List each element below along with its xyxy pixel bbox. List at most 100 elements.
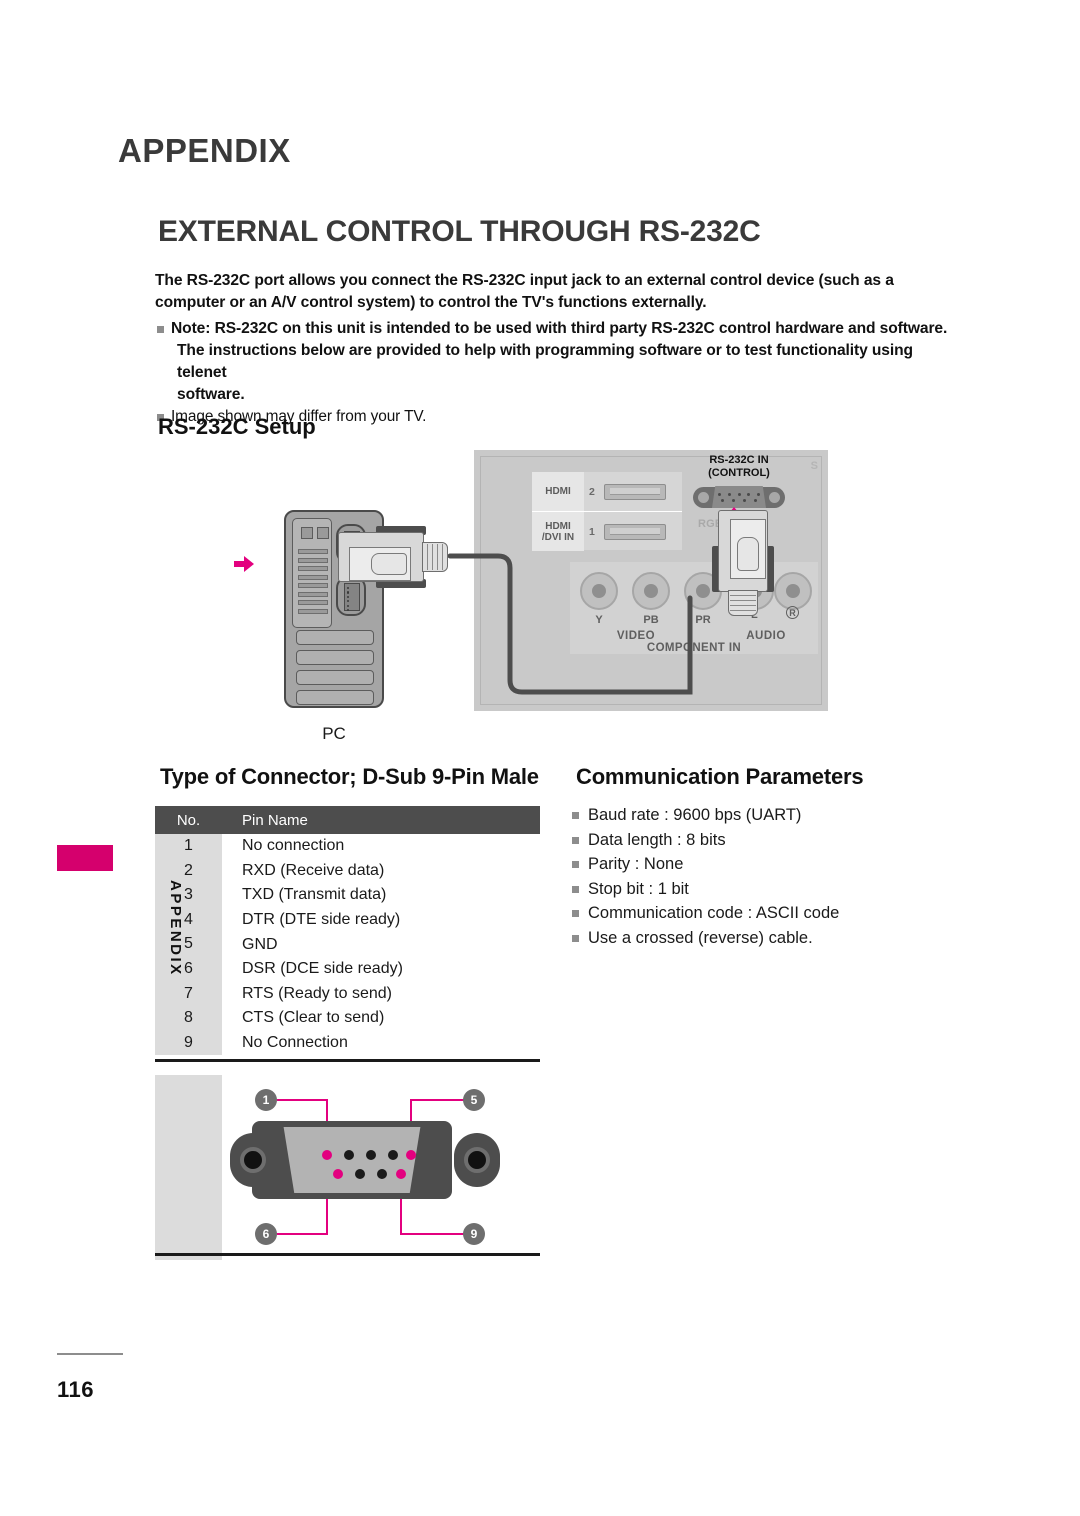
rs232-port-label: RS-232C IN (CONTROL) — [679, 454, 799, 480]
cell-pin-name: No connection — [242, 837, 345, 855]
column-header-pin-name: Pin Name — [242, 811, 308, 829]
list-item-text: Communication code : ASCII code — [588, 904, 840, 923]
column-header-no: No. — [176, 811, 201, 829]
hdmi-1-port-icon — [604, 523, 666, 540]
table-row: 2 RXD (Receive data) — [155, 858, 540, 884]
table-header-row: No. Pin Name — [155, 806, 540, 834]
rs232-port-label-line1: RS-232C IN — [709, 454, 769, 466]
note-text-line1: Note: RS-232C on this unit is intended t… — [171, 320, 948, 337]
side-tab-label: APPENDIX — [167, 880, 184, 977]
component-pb-jack-icon — [632, 572, 670, 610]
cell-pin-no: 9 — [155, 1030, 222, 1056]
table-body: 1 No connection 2 RXD (Receive data) 3 T… — [155, 834, 540, 1056]
dsub-pin-2 — [344, 1150, 354, 1160]
hdmi-1-row: HDMI /DVI IN 1 — [532, 511, 682, 551]
plug-body — [718, 510, 768, 592]
dsub-screw-hole-left — [240, 1147, 266, 1173]
figure-closing-rule — [155, 1253, 540, 1256]
square-bullet-icon — [572, 861, 579, 869]
table-row: 5 GND — [155, 932, 540, 957]
footer-rule — [57, 1353, 123, 1355]
dsub-pin-1 — [322, 1150, 332, 1160]
pc-serial-port-2-pins — [347, 587, 356, 613]
hdmi-1-label-line1: HDMI — [545, 520, 571, 532]
dsub-screw-hole-right — [464, 1147, 490, 1173]
panel-side-letter: S — [810, 460, 818, 472]
list-item-text: Stop bit : 1 bit — [588, 879, 689, 898]
pc-plug-strain-relief — [422, 542, 448, 572]
hdmi-2-number: 2 — [589, 485, 595, 498]
cell-pin-no: 7 — [155, 981, 222, 1007]
communication-parameters-list: Baud rate : 9600 bps (UART) Data length … — [570, 803, 950, 951]
rs232-pin-row-bottom — [721, 499, 757, 502]
intro-paragraph: The RS-232C port allows you connect the … — [155, 272, 894, 311]
communication-heading: Communication Parameters — [576, 764, 864, 789]
square-bullet-icon — [572, 812, 579, 819]
table-row: 7 RTS (Ready to send) — [155, 981, 540, 1007]
dsub-connector-figure: 1 5 6 9 — [155, 1075, 540, 1260]
intro-block: The RS-232C port allows you connect the … — [155, 270, 955, 428]
cell-pin-no: 8 — [155, 1006, 222, 1031]
audio-bracket-label: AUDIO — [746, 630, 786, 642]
connector-heading: Type of Connector; D-Sub 9-Pin Male — [160, 764, 539, 789]
pc-vent-grille — [298, 549, 328, 617]
pc-expansion-slot-2 — [296, 650, 374, 665]
hdmi-2-label: HDMI — [532, 472, 584, 511]
tv-back-panel: S HDMI 2 HDMI /DVI IN 1 RS-232C IN (CONT… — [472, 448, 830, 713]
callout-pin-9: 9 — [463, 1223, 485, 1245]
dsub-plug-tv-side — [712, 510, 774, 628]
component-in-label: COMPONENT IN — [646, 642, 742, 654]
pc-drive-bay-1 — [301, 527, 313, 539]
list-item: Baud rate : 9600 bps (UART) — [570, 803, 950, 828]
callout-pin-5: 5 — [463, 1089, 485, 1111]
square-bullet-icon — [572, 934, 579, 942]
cell-pin-name: DTR (DTE side ready) — [242, 911, 401, 929]
hdmi-2-port-icon — [604, 483, 666, 500]
hdmi-1-number: 1 — [589, 525, 595, 538]
dsub-pin-4 — [388, 1150, 398, 1160]
cell-pin-no: 1 — [155, 834, 222, 859]
dsub-pin-9 — [396, 1169, 406, 1179]
square-bullet-icon — [572, 910, 579, 918]
table-row: 8 CTS (Clear to send) — [155, 1006, 540, 1031]
pc-expansion-slot-3 — [296, 670, 374, 685]
note-bullet: Note: RS-232C on this unit is intended t… — [155, 318, 955, 340]
rs232-port-label-line2: (CONTROL) — [708, 467, 770, 479]
section-color-tab — [57, 845, 113, 871]
square-bullet-icon — [572, 836, 579, 844]
dsub-pin-3 — [366, 1150, 376, 1160]
note-continuation-line3: software. — [155, 384, 955, 406]
rs232-port-dshape — [712, 486, 766, 508]
audio-right-jack-icon — [774, 572, 812, 610]
square-bullet-icon — [157, 326, 164, 333]
cell-pin-name: No Connection — [242, 1034, 348, 1052]
component-pb-label: PB — [643, 614, 659, 626]
chapter-heading: APPENDIX — [118, 132, 291, 169]
hdmi-2-row: HDMI 2 — [532, 472, 682, 511]
table-divider-rule — [155, 1059, 540, 1063]
component-y-label: Y — [595, 614, 603, 626]
list-item-text: Use a crossed (reverse) cable. — [588, 928, 813, 947]
list-item: Data length : 8 bits — [570, 828, 950, 853]
cell-pin-name: RXD (Receive data) — [242, 861, 385, 879]
component-input-group: Y PB PR L R VIDEO AUDIO COMPONENT IN — [570, 562, 818, 654]
list-item-text: Parity : None — [588, 855, 684, 874]
plug-thumb-grip — [737, 537, 759, 571]
rs232-pin-row-top — [718, 493, 760, 496]
cell-pin-name: GND — [242, 935, 278, 953]
setup-heading: RS-232C Setup — [158, 414, 316, 439]
pc-expansion-slot-4 — [296, 690, 374, 705]
hdmi-1-label: HDMI /DVI IN — [532, 512, 584, 551]
list-item: Use a crossed (reverse) cable. — [570, 926, 950, 951]
list-item: Stop bit : 1 bit — [570, 877, 950, 902]
callout-pin-1: 1 — [255, 1089, 277, 1111]
hdmi-port-group: HDMI 2 HDMI /DVI IN 1 — [532, 472, 682, 551]
pc-expansion-slot-1 — [296, 630, 374, 645]
list-item-text: Baud rate : 9600 bps (UART) — [588, 806, 802, 824]
table-row: 9 No Connection — [155, 1030, 540, 1056]
rs232-port-screw-left — [698, 492, 709, 503]
rs232-setup-diagram: S HDMI 2 HDMI /DVI IN 1 RS-232C IN (CONT… — [150, 448, 840, 758]
pc-caption: PC — [322, 724, 346, 743]
dsub-pin-8 — [377, 1169, 387, 1179]
component-y-jack-icon — [580, 572, 618, 610]
